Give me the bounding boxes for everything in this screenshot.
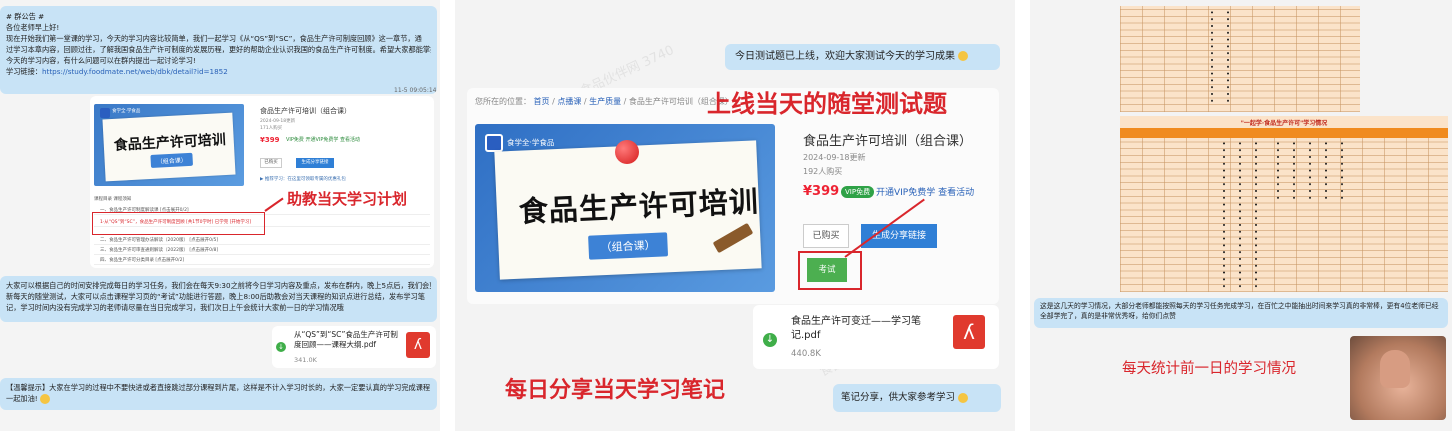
share-promo-text: ▶ 推荐学习：在这里可领取专属的优惠礼包 xyxy=(260,177,346,182)
bought-button[interactable]: 已购买 xyxy=(260,158,282,168)
file-message-notes[interactable]: 食品生产许可变迁——学习笔记.pdf 440.8K ↓ ʎ xyxy=(753,305,999,369)
victory-emoji-icon xyxy=(958,51,969,61)
download-icon[interactable]: ↓ xyxy=(763,333,777,347)
file-size: 341.0K xyxy=(294,356,317,364)
course-page-screenshot[interactable]: 您所在的位置： 首页 / 点播课 / 生产质量 / 食品生产许可培训（组合课） … xyxy=(467,88,999,304)
brand-logo-icon xyxy=(485,134,503,152)
file-message-outline[interactable]: ↓ 从“QS”到“SC”食品生产许可制度回顾——课程大纲.pdf 341.0K … xyxy=(272,326,436,368)
breadcrumb: 您所在的位置： 首页 / 点播课 / 生产质量 / 食品生产许可培训（组合课） xyxy=(475,97,733,106)
chapter-row[interactable]: 二、食品生产许可管理办法解读（2020版） [点击展开0/5] xyxy=(94,236,430,245)
cover-subtitle: （组合课） xyxy=(588,232,669,260)
message-line: 记，学习时间内没有完成学习的老师请尽量在当日完成学习，我们次日上午会统计大家前一… xyxy=(6,303,344,312)
course-title: 食品生产许可培训（组合课） xyxy=(260,107,351,115)
cover-subtitle: （组合课） xyxy=(150,152,194,168)
sheet-checkmarks xyxy=(1270,140,1350,200)
group-notice-message: # 群公告 # 各位老师早上好! 现在开始我们第一堂课的学习，今天的学习内容比较… xyxy=(0,6,437,94)
message-line: 这是这几天的学习情况，大部分老师都能按照每天的学习任务完成学习，在百忙之中能抽出… xyxy=(1040,302,1439,310)
bought-button[interactable]: 已购买 xyxy=(803,224,849,248)
grin-emoji-icon xyxy=(958,392,969,403)
course-buyers: 192人购买 xyxy=(803,167,843,176)
message-timestamp: 11-5 09:05:14 xyxy=(394,87,437,94)
thumbs-up-icon xyxy=(1380,350,1410,388)
brand-logo-icon xyxy=(100,108,110,118)
notice-line: 现在开始我们第一堂课的学习，今天的学习内容比较简单，我们一起学习《从“QS”到“… xyxy=(6,34,422,43)
cover-title: 食品生产许可培训 xyxy=(518,184,760,229)
course-cover-image: 食学全·学食品 食品生产许可培训 （组合课） xyxy=(94,104,244,186)
chat-panel-daily-test: 食品伙伴网 3740 食品伙伴网 3740 今日测试题已上线，欢迎大家测试今天的… xyxy=(455,0,1015,431)
highlight-box xyxy=(92,212,265,235)
vip-badge: VIP免费 xyxy=(841,186,875,198)
course-page-screenshot[interactable]: 食学全·学食品 食品生产许可培训 （组合课） 食品生产许可培训（组合课） 202… xyxy=(90,96,434,268)
annotation-daily-notes: 每日分享当天学习笔记 xyxy=(505,378,726,403)
cover-title: 食品生产许可培训 xyxy=(113,132,227,154)
brand-logo-text: 食学全·学食品 xyxy=(112,109,141,114)
notice-line: 今天的学习内容，有什么问题可以在群内提出一起讨论学习! xyxy=(6,56,196,65)
notes-share-message: 笔记分享，供大家参考学习 xyxy=(833,384,1001,412)
chapter-row[interactable]: 四、食品生产许可分类目录 [点击展开0/2] xyxy=(94,256,430,265)
pushpin-icon xyxy=(615,140,639,164)
sheet-grid xyxy=(1120,6,1360,112)
course-updated: 2024-09-18更新 xyxy=(803,153,866,162)
annotation-daily-test: 上线当天的随堂测试题 xyxy=(707,90,947,118)
vip-link[interactable]: 开通VIP免费学 查看活动 xyxy=(876,185,974,198)
course-buyers: 171人购买 xyxy=(260,126,283,131)
message-line: 【温馨提示】大家在学习的过程中不要快进或者直接跳过部分课程到片尾，这样是不计入学… xyxy=(6,383,431,392)
course-cover-image: 食学全·学食品 食品生产许可培训 （组合课） xyxy=(475,124,775,292)
highlight-box xyxy=(798,251,862,290)
breadcrumb-item[interactable]: 点播课 xyxy=(557,97,581,106)
study-link[interactable]: https://study.foodmate.net/web/dbk/detai… xyxy=(42,67,228,76)
sheet-header-row xyxy=(1120,128,1448,138)
message-text: 今日测试题已上线，欢迎大家测试今天的学习成果 xyxy=(735,51,955,62)
breadcrumb-item[interactable]: 首页 xyxy=(534,97,550,106)
annotation-study-plan: 助教当天学习计划 xyxy=(287,190,408,208)
sheet-checkmarks xyxy=(1204,9,1238,105)
brand-logo-text: 食学全·学食品 xyxy=(507,138,555,147)
course-tabs[interactable]: 课程目录 课程须知 xyxy=(94,196,131,202)
pdf-icon: ʎ xyxy=(953,315,985,349)
annotation-daily-stats: 每天统计前一日的学习情况 xyxy=(1122,361,1296,377)
download-icon[interactable]: ↓ xyxy=(276,342,286,352)
breadcrumb-label: 您所在的位置： xyxy=(475,97,531,106)
chat-panel-study-plan: # 群公告 # 各位老师早上好! 现在开始我们第一堂课的学习，今天的学习内容比较… xyxy=(0,0,440,431)
message-line: 一起加油! xyxy=(6,394,38,403)
message-line: 新每天的随堂测试，大家可以点击课程学习页的“考试”功能进行答题，晚上8:00后助… xyxy=(6,292,425,301)
file-name: 食品生产许可变迁——学习笔记.pdf xyxy=(791,316,921,341)
progress-spreadsheet-1 xyxy=(1120,6,1360,112)
notice-line: # 群公告 # xyxy=(6,12,45,21)
chat-panel-daily-stats: 食品伙伴网 3740 "一起学·食品生产许可"学习情况 这是这几天的学习情况，大… xyxy=(1030,0,1452,431)
message-line: 全部学完了，真的是非常优秀呀，给你们点赞 xyxy=(1040,312,1176,320)
breadcrumb-item[interactable]: 生产质量 xyxy=(589,97,621,106)
tip-message: 【温馨提示】大家在学习的过程中不要快进或者直接跳过部分课程到片尾，这样是不计入学… xyxy=(0,378,437,410)
course-title: 食品生产许可培训（组合课） xyxy=(803,134,973,149)
progress-spreadsheet-2: "一起学·食品生产许可"学习情况 xyxy=(1120,116,1448,292)
course-price: ¥399 xyxy=(803,184,840,199)
course-updated: 2024-09-18更新 xyxy=(260,119,296,124)
vip-link[interactable]: VIP免费 开通VIP免费学 查看活动 xyxy=(286,136,360,143)
notice-line: 各位老师早上好! xyxy=(6,23,60,32)
notice-line: 过学习本章内容，回顾过往，了解我国食品生产许可制度的发展历程，更好的帮助企业认识… xyxy=(6,45,431,54)
test-online-message: 今日测试题已上线，欢迎大家测试今天的学习成果 xyxy=(725,44,1000,70)
sheet-checkmarks xyxy=(1216,140,1264,290)
message-line: 大家可以根据自己的时间安排完成每日的学习任务，我们会在每天9:30之前将今日学习… xyxy=(6,281,431,290)
file-size: 440.8K xyxy=(791,349,821,359)
file-name: 从“QS”到“SC”食品生产许可制度回顾——课程大纲.pdf xyxy=(294,330,398,349)
message-text: 笔记分享，供大家参考学习 xyxy=(841,392,956,403)
stats-summary-message: 这是这几天的学习情况，大部分老师都能按照每天的学习任务完成学习，在百忙之中能抽出… xyxy=(1034,298,1448,328)
share-link-button[interactable]: 生成分享链接 xyxy=(296,158,334,168)
chapter-row[interactable]: 三、食品生产许可审查通则解读（2022版） [点击展开0/8] xyxy=(94,246,430,255)
sheet-title: "一起学·食品生产许可"学习情况 xyxy=(1240,120,1328,127)
pdf-icon: ʎ xyxy=(406,332,430,358)
thumbs-up-photo[interactable] xyxy=(1350,336,1446,420)
smile-emoji-icon xyxy=(39,394,50,404)
link-label: 学习链接： xyxy=(6,67,42,76)
schedule-message: 大家可以根据自己的时间安排完成每日的学习任务，我们会在每天9:30之前将今日学习… xyxy=(0,276,437,322)
course-price: ¥399 xyxy=(260,136,280,144)
